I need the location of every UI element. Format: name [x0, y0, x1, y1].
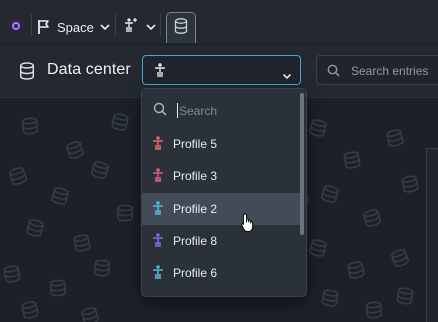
chevron-down-icon [100, 23, 110, 31]
dropdown-item-label: Profile 5 [173, 137, 218, 151]
pattern-database-icon [111, 113, 129, 131]
person-icon [152, 136, 164, 156]
profile-dropdown-menu: Search Profile 5 Profile 3 Profile 2 Profil… [141, 88, 307, 297]
person-icon [152, 201, 164, 221]
dropdown-item-profile[interactable]: Profile 8 [142, 225, 300, 257]
pattern-database-icon [396, 287, 414, 305]
pattern-database-icon [309, 119, 327, 137]
toolbar-divider [31, 14, 32, 36]
space-dropdown-button[interactable]: Space [37, 16, 110, 38]
pattern-database-icon [65, 141, 85, 159]
pattern-database-icon [91, 161, 109, 179]
dropdown-item-label: Profile 3 [173, 169, 218, 183]
workspace-icon[interactable] [8, 18, 24, 34]
pattern-database-icon [21, 117, 39, 135]
dropdown-item-profile[interactable]: Profile 2 [142, 193, 300, 225]
pattern-database-icon [390, 249, 410, 267]
app-window: Space Data center Search entries Search … [0, 0, 438, 322]
pattern-database-icon [73, 234, 91, 252]
pattern-database-icon [81, 307, 99, 322]
hand-cursor-icon [241, 213, 255, 238]
pattern-database-icon [3, 265, 21, 283]
space-label: Space [57, 19, 94, 35]
search-entries-input[interactable]: Search entries [316, 55, 438, 85]
database-icon [19, 62, 35, 85]
pattern-database-icon [386, 129, 404, 147]
pattern-database-icon [51, 187, 69, 205]
pattern-database-icon [8, 167, 28, 185]
page-title: Data center [47, 61, 131, 78]
dropdown-item-label: Profile 8 [173, 234, 218, 248]
person-icon [152, 168, 164, 188]
person-icon [152, 265, 164, 285]
profile-select[interactable] [142, 55, 301, 85]
pattern-database-icon [401, 175, 419, 193]
person-plus-icon [123, 17, 139, 38]
dropdown-item-label: Profile 6 [173, 266, 218, 280]
side-panel-edge [426, 148, 438, 322]
dropdown-item-profile[interactable]: Profile 5 [142, 128, 300, 160]
dropdown-item-label: Profile 2 [173, 202, 218, 216]
add-person-dropdown-button[interactable] [123, 16, 156, 38]
dropdown-scrollbar[interactable] [300, 93, 304, 235]
search-icon [153, 102, 167, 121]
pattern-database-icon [21, 301, 39, 319]
dropdown-item-profile[interactable]: Profile 3 [142, 160, 300, 192]
top-toolbar: Space [0, 0, 438, 45]
pattern-database-icon [365, 301, 383, 319]
pattern-database-icon [49, 279, 67, 297]
person-icon [152, 233, 164, 253]
flag-icon [37, 19, 51, 35]
chevron-down-icon [146, 18, 156, 36]
pattern-database-icon [347, 261, 365, 279]
data-center-tab[interactable] [166, 12, 196, 43]
pattern-database-icon [93, 259, 111, 277]
pattern-database-icon [321, 289, 339, 307]
text-caret [177, 103, 178, 118]
dropdown-search-input[interactable]: Search [142, 97, 300, 123]
search-placeholder: Search entries [351, 64, 429, 78]
pattern-database-icon [117, 204, 133, 222]
pattern-database-icon [320, 185, 340, 203]
search-icon [327, 64, 340, 82]
chevron-down-icon [282, 67, 292, 85]
dropdown-item-profile[interactable]: Profile 6 [142, 257, 300, 289]
pattern-database-icon [363, 209, 381, 227]
pattern-database-icon [343, 151, 361, 169]
toolbar-divider [160, 14, 161, 36]
pattern-database-icon [26, 219, 44, 237]
dropdown-search-placeholder: Search [179, 104, 218, 118]
database-icon [174, 17, 188, 39]
toolbar-divider [115, 14, 116, 36]
pattern-database-icon [309, 239, 327, 257]
person-icon [154, 63, 166, 83]
